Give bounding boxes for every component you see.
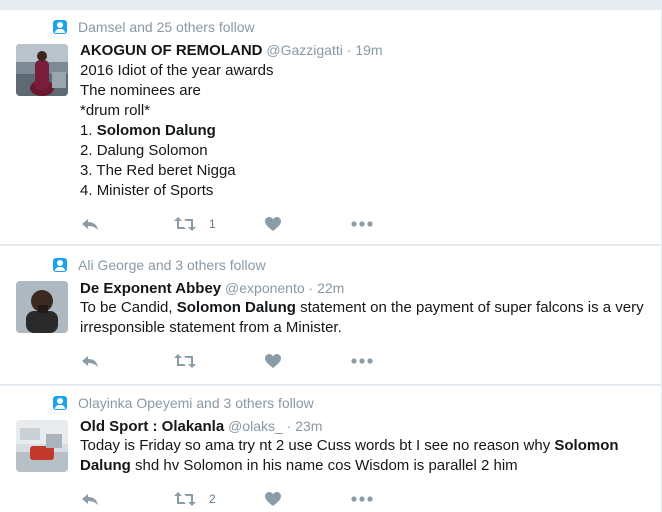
tweet-text: To be Candid, Solomon Dalung statement o… (80, 298, 648, 338)
more-icon (351, 221, 373, 227)
list-text: Dalung Solomon (96, 142, 208, 159)
text-line: 1. Solomon Dalung (80, 121, 648, 141)
list-number: 2. (80, 142, 97, 159)
social-context-text: Olayinka Opeyemi and 3 others follow (78, 395, 314, 411)
like-button[interactable] (264, 490, 282, 508)
tweet-header: AKOGUN OF REMOLAND @Gazzigatti · 19m (80, 42, 383, 59)
list-number: 1. (80, 122, 97, 139)
text-line: *drum roll* (80, 102, 151, 119)
text-segment: To be Candid, (80, 299, 177, 316)
social-context-text: Ali George and 3 others follow (78, 257, 266, 273)
user-handle[interactable]: @exponento (225, 280, 305, 296)
like-icon (265, 492, 281, 506)
reply-button[interactable] (80, 352, 100, 370)
timestamp[interactable]: 23m (295, 418, 322, 434)
reply-button[interactable] (80, 490, 100, 508)
separator-dot: · (346, 42, 352, 58)
text-line: 4. Minister of Sports (80, 181, 648, 201)
tweet-text: Today is Friday so ama try nt 2 use Cuss… (80, 436, 648, 476)
text-line: The nominees are (80, 82, 201, 99)
more-icon (351, 358, 373, 364)
retweet-button[interactable]: 2 (174, 490, 216, 508)
more-options-button[interactable] (351, 215, 373, 233)
display-name[interactable]: AKOGUN OF REMOLAND (80, 42, 263, 59)
text-line: 2. Dalung Solomon (80, 141, 648, 161)
text-line: 2016 Idiot of the year awards (80, 62, 274, 79)
user-handle[interactable]: @Gazzigatti (266, 42, 342, 58)
timeline: Damsel and 25 others follow AKOGUN OF RE… (0, 0, 662, 512)
list-text: The Red beret Nigga (96, 162, 236, 179)
person-icon (53, 258, 67, 272)
like-icon (265, 217, 281, 231)
like-button[interactable] (264, 352, 282, 370)
social-context[interactable]: Olayinka Opeyemi and 3 others follow (53, 395, 314, 411)
more-options-button[interactable] (351, 352, 373, 370)
retweet-icon (174, 354, 196, 368)
retweet-icon (174, 492, 196, 506)
avatar[interactable] (16, 281, 68, 333)
tweet-header: De Exponent Abbey @exponento · 22m (80, 280, 344, 297)
social-context[interactable]: Damsel and 25 others follow (53, 19, 255, 35)
tweet[interactable]: Ali George and 3 others follow De Expone… (0, 246, 661, 385)
tweet[interactable]: Olayinka Opeyemi and 3 others follow Old… (0, 386, 661, 512)
list-text: Minister of Sports (96, 182, 214, 199)
avatar[interactable] (16, 44, 68, 96)
text-segment: Today is Friday so ama try nt 2 use Cuss… (80, 437, 555, 454)
person-icon (53, 396, 67, 410)
user-handle[interactable]: @olaks_ (228, 418, 283, 434)
retweet-button[interactable] (174, 352, 209, 370)
social-context-text: Damsel and 25 others follow (78, 19, 255, 35)
reply-icon (82, 494, 98, 505)
timestamp[interactable]: 22m (317, 280, 344, 296)
like-icon (265, 354, 281, 368)
text-segment: shd hv Solomon in his name cos Wisdom is… (130, 457, 518, 474)
highlighted-term: Solomon Dalung (96, 122, 216, 139)
display-name[interactable]: Old Sport : Olakanla (80, 418, 224, 435)
timestamp[interactable]: 19m (355, 42, 382, 58)
like-button[interactable] (264, 215, 282, 233)
text-line: 3. The Red beret Nigga (80, 161, 648, 181)
person-icon (53, 20, 67, 34)
social-context[interactable]: Ali George and 3 others follow (53, 257, 266, 273)
more-icon (351, 496, 373, 502)
reply-icon (82, 356, 98, 367)
tweet-header: Old Sport : Olakanla @olaks_ · 23m (80, 418, 322, 435)
retweet-count: 2 (209, 492, 216, 506)
highlighted-term: Solomon Dalung (176, 299, 296, 316)
reply-button[interactable] (80, 215, 100, 233)
retweet-count: 1 (209, 217, 216, 231)
separator-dot: · (308, 280, 314, 296)
tweet[interactable]: Damsel and 25 others follow AKOGUN OF RE… (0, 10, 661, 245)
reply-icon (82, 219, 98, 230)
avatar[interactable] (16, 420, 68, 472)
retweet-icon (174, 217, 196, 231)
display-name[interactable]: De Exponent Abbey (80, 280, 221, 297)
list-number: 4. (80, 182, 97, 199)
tweet-text: 2016 Idiot of the year awards The nomine… (80, 61, 648, 201)
retweet-button[interactable]: 1 (174, 215, 216, 233)
more-options-button[interactable] (351, 490, 373, 508)
separator-dot: · (286, 418, 292, 434)
list-number: 3. (80, 162, 97, 179)
